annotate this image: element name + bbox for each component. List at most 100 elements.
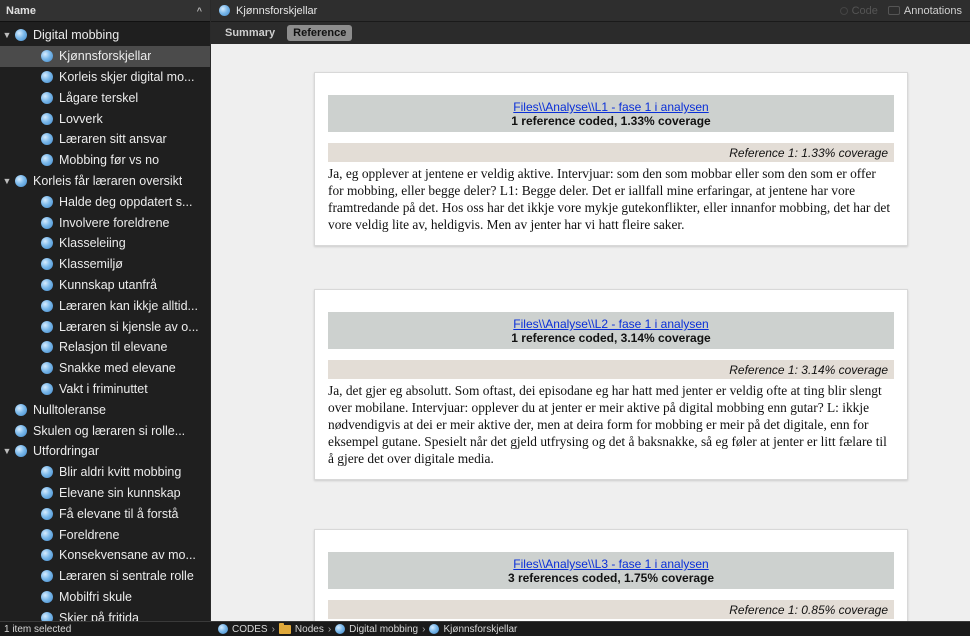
node-icon	[41, 91, 53, 104]
breadcrumb-label: Kjønnsforskjellar	[443, 623, 518, 635]
reference-label: Reference 1: 1.33% coverage	[328, 143, 894, 162]
tree-item-label: Læraren si sentrale rolle	[59, 569, 194, 584]
reference-content[interactable]: Files\\Analyse\\L1 - fase 1 i analysen 1 …	[211, 44, 970, 621]
reference-text[interactable]: Ja, det gjer eg absolutt. Som oftast, de…	[328, 379, 894, 467]
tree-item[interactable]: Kjønnsforskjellar	[0, 45, 210, 67]
tree-item[interactable]: Skjer på fritida	[0, 607, 210, 621]
disclosure-expanded-icon[interactable]: ▼	[2, 30, 12, 40]
tree-item[interactable]: Vakt i friminuttet	[0, 379, 210, 400]
coverage-summary: 1 reference coded, 3.14% coverage	[511, 331, 711, 345]
tree-item[interactable]: Læraren si sentrale rolle	[0, 566, 210, 587]
tree-item[interactable]: Lågare terskel	[0, 87, 210, 108]
tree-item-label: Mobbing før vs no	[59, 153, 160, 168]
tree-item-label: Blir aldri kvitt mobbing	[59, 465, 182, 480]
view-tabs: Summary Reference	[211, 22, 970, 44]
source-file-link[interactable]: Files\\Analyse\\L2 - fase 1 i analysen	[328, 317, 894, 331]
name-column-header[interactable]: Name ^	[0, 0, 210, 22]
tree-item-label: Elevane sin kunnskap	[59, 485, 181, 500]
breadcrumb-item[interactable]: Kjønnsforskjellar	[429, 624, 517, 635]
tree-item[interactable]: ▼ Utfordringar	[0, 441, 210, 462]
tree-item[interactable]: Relasjon til elevane	[0, 337, 210, 358]
detail-view: Kjønnsforskjellar Code Annotations Summa…	[211, 0, 970, 621]
source-file-link[interactable]: Files\\Analyse\\L3 - fase 1 i analysen	[328, 557, 894, 571]
tree-item[interactable]: Skulen og læraren si rolle...	[0, 420, 210, 441]
tree-item[interactable]: Læraren kan ikkje alltid...	[0, 295, 210, 316]
coverage-summary: 3 references coded, 1.75% coverage	[507, 571, 715, 585]
node-tree: ▼ Digital mobbing Kjønnsforskjellar Korleis…	[0, 22, 210, 621]
tree-item[interactable]: Korleis skjer digital mo...	[0, 67, 210, 88]
tab-summary[interactable]: Summary	[225, 27, 275, 39]
breadcrumb: CODES › Nodes › Digital mobbing › Kjønnsforskj…	[210, 622, 517, 635]
sort-ascending-icon[interactable]: ^	[197, 6, 202, 16]
tree-item-label: Skulen og læraren si rolle...	[33, 423, 186, 438]
node-icon	[41, 382, 53, 395]
node-icon	[15, 445, 27, 458]
detail-title: Kjønnsforskjellar	[236, 4, 318, 17]
breadcrumb-label: Digital mobbing	[349, 623, 419, 635]
tree-item[interactable]: Foreldrene	[0, 524, 210, 545]
tree-item[interactable]: Nulltoleranse	[0, 399, 210, 420]
tree-item[interactable]: Få elevane til å forstå	[0, 503, 210, 524]
breadcrumb-label: Nodes	[294, 623, 324, 635]
tree-item[interactable]: Blir aldri kvitt mobbing	[0, 462, 210, 483]
reference-text[interactable]: Ja, eg opplever at jentene er veldig akt…	[328, 162, 894, 233]
node-icon	[41, 466, 53, 479]
node-icon	[41, 549, 53, 562]
tree-item[interactable]: ▼ Digital mobbing	[0, 25, 210, 46]
node-icon	[15, 403, 27, 416]
tree-item-label: Klassemiljø	[59, 257, 123, 272]
tree-item[interactable]: Mobilfri skule	[0, 587, 210, 608]
tree-item-label: Læraren si kjensle av o...	[59, 319, 199, 334]
disclosure-expanded-icon[interactable]: ▼	[2, 176, 12, 186]
node-icon	[41, 570, 53, 583]
node-icon	[41, 133, 53, 146]
reference-label: Reference 1: 3.14% coverage	[328, 360, 894, 379]
node-icon	[15, 29, 27, 42]
tree-item[interactable]: Kunnskap utanfrå	[0, 275, 210, 296]
source-header: Files\\Analyse\\L2 - fase 1 i analysen 1 …	[328, 312, 894, 349]
annotations-button[interactable]: Annotations	[887, 5, 962, 17]
disclosure-expanded-icon[interactable]: ▼	[2, 446, 12, 456]
node-icon	[41, 299, 53, 312]
node-icon	[41, 611, 53, 621]
tree-item[interactable]: Halde deg oppdatert s...	[0, 191, 210, 212]
node-icon	[41, 486, 53, 499]
tree-item-label: Involvere foreldrene	[59, 215, 170, 230]
tree-item[interactable]: Involvere foreldrene	[0, 212, 210, 233]
nvivo-window: Name ^ ▼ Digital mobbing Kjønnsforskjellar…	[0, 0, 970, 636]
tree-item-label: Mobilfri skule	[59, 589, 132, 604]
breadcrumb-separator: ›	[422, 623, 426, 635]
tree-item[interactable]: Elevane sin kunnskap	[0, 483, 210, 504]
breadcrumb-item[interactable]: Nodes	[278, 622, 324, 635]
tree-item-label: Korleis skjer digital mo...	[59, 69, 195, 84]
tree-item[interactable]: Læraren sitt ansvar	[0, 129, 210, 150]
node-icon	[218, 624, 228, 634]
code-button[interactable]: Code	[839, 5, 878, 17]
node-icon	[41, 590, 53, 603]
tree-item[interactable]: Læraren si kjensle av o...	[0, 316, 210, 337]
tree-item[interactable]: Klasseleiing	[0, 233, 210, 254]
tree-item-label: Læraren kan ikkje alltid...	[59, 298, 198, 313]
tree-item-label: Lovverk	[59, 111, 103, 126]
node-icon	[219, 5, 230, 16]
source-file-link[interactable]: Files\\Analyse\\L1 - fase 1 i analysen	[328, 100, 894, 114]
tab-reference[interactable]: Reference	[287, 25, 353, 41]
node-icon	[41, 50, 53, 63]
reference-card: Files\\Analyse\\L2 - fase 1 i analysen 1 …	[314, 289, 908, 480]
coverage-summary: 1 reference coded, 1.33% coverage	[511, 114, 711, 128]
reference-card: Files\\Analyse\\L3 - fase 1 i analysen 3 …	[314, 529, 908, 621]
node-icon	[41, 258, 53, 271]
node-icon	[41, 507, 53, 520]
tree-item[interactable]: Klassemiljø	[0, 254, 210, 275]
tree-item[interactable]: Lovverk	[0, 108, 210, 129]
tree-item[interactable]: Snakke med elevane	[0, 358, 210, 379]
node-icon	[41, 216, 53, 229]
tree-item[interactable]: ▼ Korleis får læraren oversikt	[0, 171, 210, 192]
breadcrumb-item[interactable]: CODES	[218, 624, 268, 635]
tree-item[interactable]: Mobbing før vs no	[0, 150, 210, 171]
breadcrumb-item[interactable]: Digital mobbing	[335, 624, 418, 635]
node-icon	[41, 237, 53, 250]
node-icon	[41, 528, 53, 541]
status-bar: 1 item selected CODES › Nodes › Digital mobb…	[0, 621, 970, 636]
tree-item[interactable]: Konsekvensane av mo...	[0, 545, 210, 566]
